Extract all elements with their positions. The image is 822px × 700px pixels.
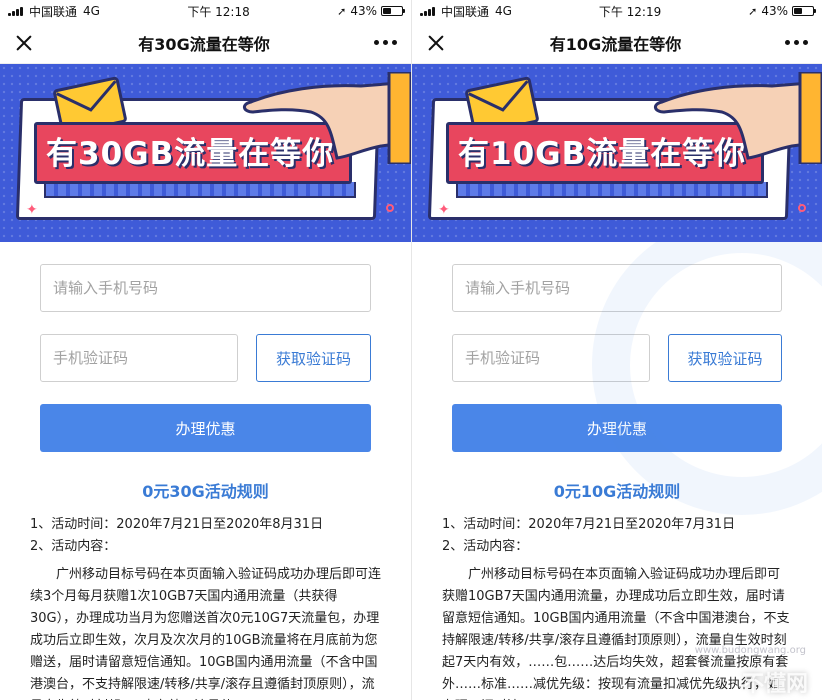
- left-phone-screen: 中国联通 4G 下午 12:18 ➚ 43% 有30G流量在等你 有30GB流量…: [0, 0, 411, 700]
- signal-icon: [420, 6, 435, 16]
- sparkle-icon: ✦: [438, 202, 450, 218]
- submit-button[interactable]: 办理优惠: [40, 404, 371, 452]
- rules-title: 0元30G活动规则: [142, 482, 269, 501]
- watermark-text: 不懂网: [741, 672, 808, 697]
- location-arrow-icon: ➚: [337, 4, 347, 18]
- page-title: 有10G流量在等你: [549, 34, 682, 54]
- network-label: 4G: [495, 4, 512, 18]
- watermark-site: www.budongwang.org: [694, 645, 806, 656]
- network-label: 4G: [83, 4, 100, 18]
- rules-text: 1、活动时间：2020年7月21日至2020年8月31日 2、活动内容： 广州移…: [0, 502, 411, 700]
- nav-bar: 有10G流量在等你: [412, 22, 822, 64]
- carrier-label: 中国联通: [29, 4, 78, 19]
- rule-content-label: 2、活动内容：: [30, 539, 117, 554]
- clock: 下午 12:19: [598, 4, 662, 19]
- sparkle-icon: ✦: [26, 202, 38, 218]
- clock: 下午 12:18: [187, 4, 250, 19]
- signup-form: 获取验证码 办理优惠: [0, 242, 411, 452]
- rule-time: 1、活动时间：2020年7月21日至2020年8月31日: [30, 517, 324, 532]
- get-code-button[interactable]: 获取验证码: [256, 334, 371, 382]
- hand-illustration-icon: [654, 72, 822, 164]
- signal-icon: [8, 6, 23, 16]
- comparison-stage: 中国联通 4G 下午 12:18 ➚ 43% 有30G流量在等你 有30GB流量…: [0, 0, 822, 700]
- carrier-label: 中国联通: [441, 4, 490, 19]
- battery-icon: [381, 6, 405, 16]
- sms-code-input[interactable]: [40, 334, 238, 382]
- phone-input[interactable]: [40, 264, 371, 312]
- ring-decoration-icon: [386, 204, 394, 212]
- status-bar: 中国联通 4G 下午 12:19 ➚ 43%: [412, 0, 822, 22]
- more-options-icon[interactable]: [783, 34, 810, 51]
- close-icon[interactable]: [12, 31, 36, 55]
- rule-content-label: 2、活动内容：: [442, 539, 529, 554]
- page-title: 有30G流量在等你: [138, 34, 270, 54]
- rule-body: 广州移动目标号码在本页面输入验证码成功办理后即可连续3个月每月获赠1次10GB7…: [30, 567, 382, 700]
- battery-percent: 43%: [350, 4, 377, 18]
- promo-banner: 有10GB流量在等你 ✦: [412, 64, 822, 242]
- right-phone-screen: 中国联通 4G 下午 12:19 ➚ 43% 有10G流量在等你 有10GB流量…: [411, 0, 822, 700]
- nav-bar: 有30G流量在等你: [0, 22, 411, 64]
- battery-percent: 43%: [761, 4, 788, 18]
- rule-time: 1、活动时间：2020年7月21日至2020年7月31日: [442, 517, 736, 532]
- rule-body: 广州移动目标号码在本页面输入验证码成功办理后即可获赠10GB7天国内通用流量，办…: [442, 567, 790, 700]
- status-bar: 中国联通 4G 下午 12:18 ➚ 43%: [0, 0, 411, 22]
- more-options-icon[interactable]: [372, 34, 399, 51]
- ring-decoration-icon: [798, 204, 806, 212]
- location-arrow-icon: ➚: [748, 4, 758, 18]
- battery-icon: [792, 6, 816, 16]
- promo-banner: 有30GB流量在等你 ✦: [0, 64, 411, 242]
- close-icon[interactable]: [424, 31, 448, 55]
- hand-illustration-icon: [243, 72, 411, 164]
